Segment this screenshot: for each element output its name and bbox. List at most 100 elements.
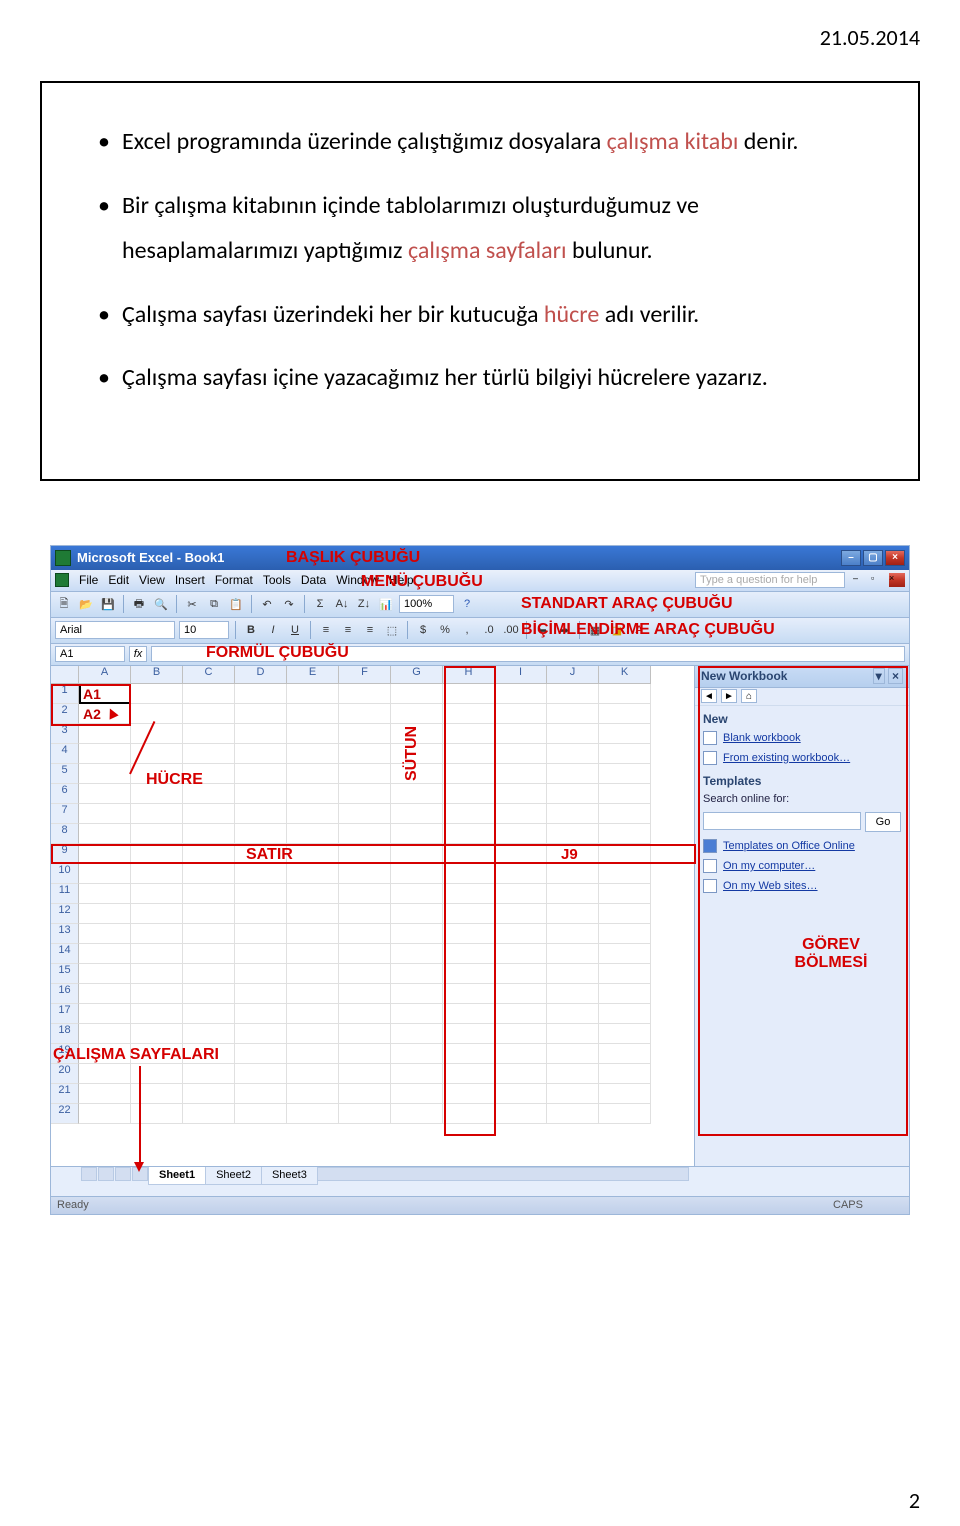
cell-K3[interactable] [599, 724, 651, 744]
cell-K10[interactable] [599, 864, 651, 884]
sheet-tab-1[interactable]: Sheet1 [148, 1167, 206, 1185]
cell-C10[interactable] [183, 864, 235, 884]
tab-nav-first-icon[interactable] [81, 1167, 97, 1181]
cell-A8[interactable] [79, 824, 131, 844]
tp-office-online[interactable]: Templates on Office Online [695, 836, 909, 856]
cell-J10[interactable] [547, 864, 599, 884]
cell-E14[interactable] [287, 944, 339, 964]
cell-G6[interactable] [391, 784, 443, 804]
cell-H22[interactable] [443, 1104, 495, 1124]
row-18[interactable]: 18 [51, 1024, 79, 1044]
cell-C11[interactable] [183, 884, 235, 904]
cell-H5[interactable] [443, 764, 495, 784]
col-F[interactable]: F [339, 666, 391, 684]
cell-F13[interactable] [339, 924, 391, 944]
cell-D12[interactable] [235, 904, 287, 924]
cell-G1[interactable] [391, 684, 443, 704]
cell-D11[interactable] [235, 884, 287, 904]
cell-D6[interactable] [235, 784, 287, 804]
cell-C3[interactable] [183, 724, 235, 744]
cell-K5[interactable] [599, 764, 651, 784]
paste-icon[interactable]: 📋 [227, 595, 245, 613]
align-right-icon[interactable]: ≡ [361, 621, 379, 639]
cell-G7[interactable] [391, 804, 443, 824]
row-4[interactable]: 4 [51, 744, 79, 764]
cell-F17[interactable] [339, 1004, 391, 1024]
tp-from-existing[interactable]: From existing workbook… [695, 748, 909, 768]
row-5[interactable]: 5 [51, 764, 79, 784]
help-question-box[interactable]: Type a question for help [695, 572, 845, 588]
cell-H20[interactable] [443, 1064, 495, 1084]
taskpane-close-icon[interactable]: × [888, 668, 903, 684]
cell-F20[interactable] [339, 1064, 391, 1084]
cell-D16[interactable] [235, 984, 287, 1004]
cell-J17[interactable] [547, 1004, 599, 1024]
minimize-button[interactable]: – [841, 550, 861, 566]
cell-J13[interactable] [547, 924, 599, 944]
cell-C7[interactable] [183, 804, 235, 824]
row-8[interactable]: 8 [51, 824, 79, 844]
cell-C9[interactable] [183, 844, 235, 864]
cell-J15[interactable] [547, 964, 599, 984]
cell-B14[interactable] [131, 944, 183, 964]
cell-E11[interactable] [287, 884, 339, 904]
cell-H13[interactable] [443, 924, 495, 944]
row-22[interactable]: 22 [51, 1104, 79, 1124]
cell-A12[interactable] [79, 904, 131, 924]
cell-I18[interactable] [495, 1024, 547, 1044]
workbook-minimize-button[interactable]: – [853, 573, 869, 587]
cell-H15[interactable] [443, 964, 495, 984]
cell-F21[interactable] [339, 1084, 391, 1104]
cell-G11[interactable] [391, 884, 443, 904]
cell-G15[interactable] [391, 964, 443, 984]
cell-H16[interactable] [443, 984, 495, 1004]
cell-D8[interactable] [235, 824, 287, 844]
cell-E22[interactable] [287, 1104, 339, 1124]
cell-E1[interactable] [287, 684, 339, 704]
cell-K7[interactable] [599, 804, 651, 824]
cell-I13[interactable] [495, 924, 547, 944]
cell-F2[interactable] [339, 704, 391, 724]
cell-J11[interactable] [547, 884, 599, 904]
col-C[interactable]: C [183, 666, 235, 684]
cell-G10[interactable] [391, 864, 443, 884]
cell-G22[interactable] [391, 1104, 443, 1124]
copy-icon[interactable]: ⧉ [205, 595, 223, 613]
cell-F18[interactable] [339, 1024, 391, 1044]
cell-E10[interactable] [287, 864, 339, 884]
cell-J18[interactable] [547, 1024, 599, 1044]
cell-F10[interactable] [339, 864, 391, 884]
cell-J14[interactable] [547, 944, 599, 964]
menu-file[interactable]: File [79, 573, 98, 587]
row-3[interactable]: 3 [51, 724, 79, 744]
cell-H10[interactable] [443, 864, 495, 884]
tab-nav-prev-icon[interactable] [98, 1167, 114, 1181]
sheet-tab-2[interactable]: Sheet2 [205, 1167, 262, 1185]
tp-blank-workbook[interactable]: Blank workbook [695, 728, 909, 748]
cell-C4[interactable] [183, 744, 235, 764]
row-1[interactable]: 1 [51, 684, 79, 704]
cell-C20[interactable] [183, 1064, 235, 1084]
cell-K16[interactable] [599, 984, 651, 1004]
cell-G17[interactable] [391, 1004, 443, 1024]
underline-icon[interactable]: U [286, 621, 304, 639]
sort-desc-icon[interactable]: Z↓ [355, 595, 373, 613]
cell-I4[interactable] [495, 744, 547, 764]
cell-D18[interactable] [235, 1024, 287, 1044]
row-12[interactable]: 12 [51, 904, 79, 924]
cell-F19[interactable] [339, 1044, 391, 1064]
tp-my-web-sites[interactable]: On my Web sites… [695, 876, 909, 896]
cell-D22[interactable] [235, 1104, 287, 1124]
sort-asc-icon[interactable]: A↓ [333, 595, 351, 613]
zoom-box[interactable]: 100% [399, 595, 454, 613]
cell-K17[interactable] [599, 1004, 651, 1024]
cell-J21[interactable] [547, 1084, 599, 1104]
cell-A18[interactable] [79, 1024, 131, 1044]
cell-D10[interactable] [235, 864, 287, 884]
cell-G21[interactable] [391, 1084, 443, 1104]
cell-C1[interactable] [183, 684, 235, 704]
cell-B3[interactable] [131, 724, 183, 744]
cell-H12[interactable] [443, 904, 495, 924]
cell-F1[interactable] [339, 684, 391, 704]
cell-F3[interactable] [339, 724, 391, 744]
